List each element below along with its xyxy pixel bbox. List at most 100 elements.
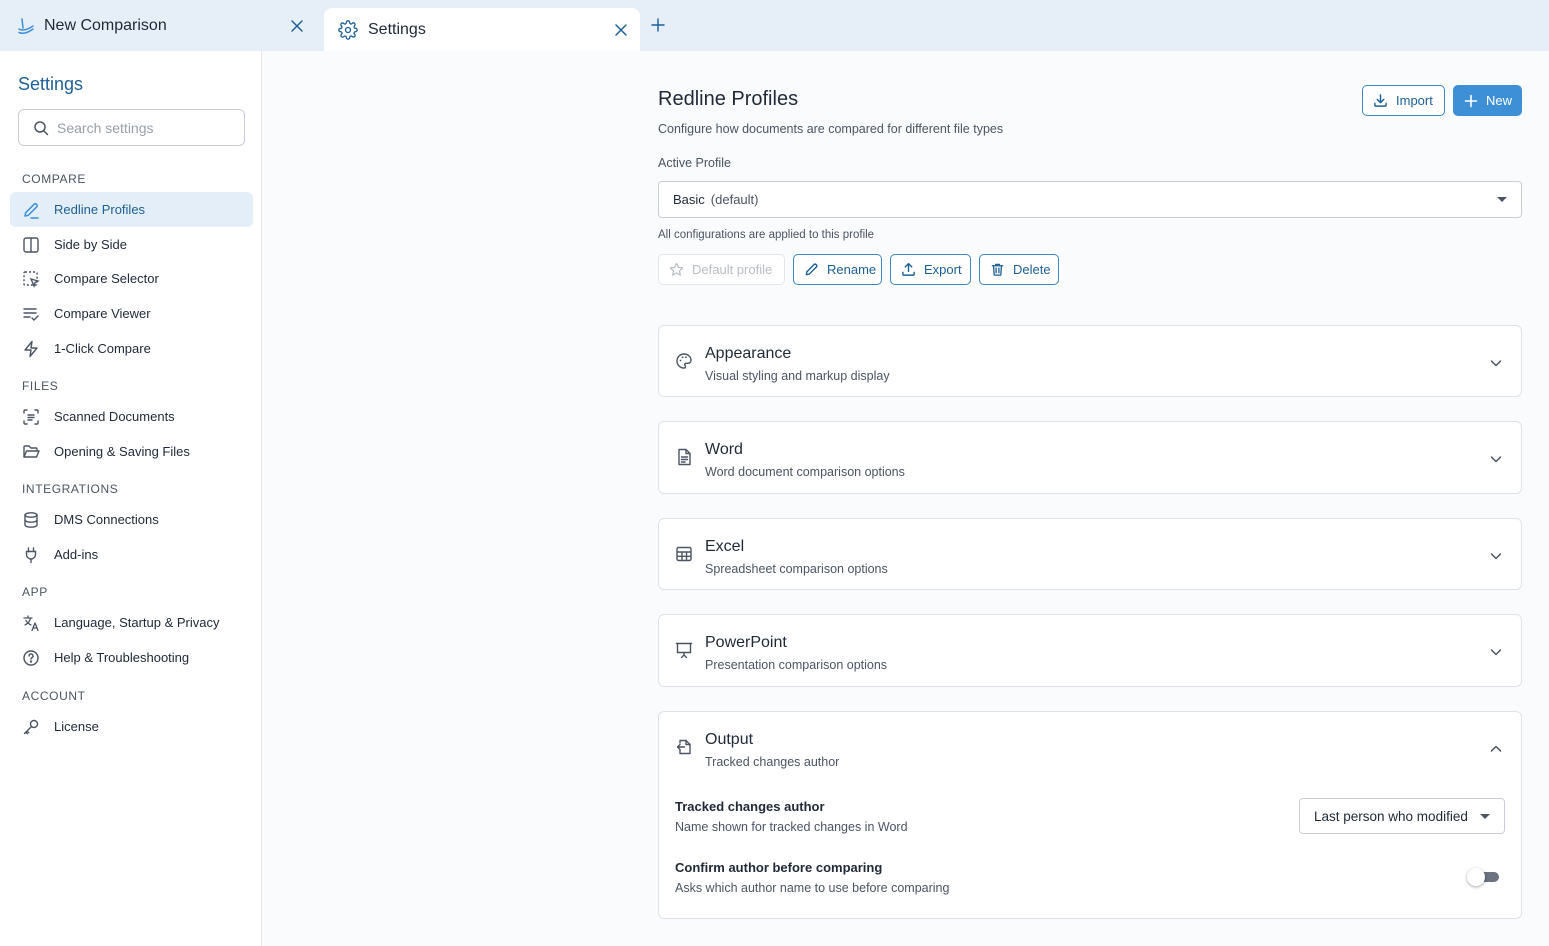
- sidebar-item-label: Opening & Saving Files: [54, 444, 190, 459]
- sidebar-item-compare-selector[interactable]: Compare Selector: [10, 261, 253, 296]
- folder-open-icon: [22, 443, 40, 461]
- card-word[interactable]: Word Word document comparison options: [658, 421, 1522, 494]
- tab-label: New Comparison: [44, 16, 167, 34]
- key-icon: [22, 718, 40, 736]
- tracked-author-value: Last person who modified: [1314, 808, 1468, 824]
- sidebar-item-scanned-documents[interactable]: Scanned Documents: [10, 399, 253, 434]
- card-subtitle: Presentation comparison options: [705, 658, 888, 672]
- section-compare: COMPARE: [22, 172, 86, 186]
- search-box[interactable]: [18, 109, 245, 146]
- presentation-icon: [675, 641, 693, 659]
- chevron-down-icon[interactable]: [1489, 452, 1503, 466]
- plug-icon: [22, 546, 40, 564]
- database-icon: [22, 511, 40, 529]
- document-icon: [675, 448, 693, 466]
- tracked-author-title: Tracked changes author: [675, 799, 825, 814]
- tracked-author-select[interactable]: Last person who modified: [1299, 798, 1505, 834]
- chevron-down-icon[interactable]: [1489, 549, 1503, 563]
- pencil-icon: [22, 201, 40, 219]
- new-label: New: [1486, 93, 1513, 108]
- toggle-knob: [1467, 868, 1485, 886]
- sidebar-item-redline-profiles[interactable]: Redline Profiles: [10, 192, 253, 227]
- tab-bar: New Comparison Settings: [0, 0, 1549, 51]
- import-label: Import: [1396, 93, 1433, 108]
- sidebar-item-label: Add-ins: [54, 547, 99, 562]
- rename-label: Rename: [827, 262, 877, 277]
- delete-button[interactable]: Delete: [979, 254, 1059, 285]
- sidebar-item-label: 1-Click Compare: [54, 341, 151, 356]
- tab-settings[interactable]: Settings: [324, 8, 640, 51]
- download-icon: [1373, 93, 1388, 108]
- card-excel[interactable]: Excel Spreadsheet comparison options: [658, 518, 1522, 590]
- sidebar-item-language-startup-privacy[interactable]: Language, Startup & Privacy: [10, 605, 253, 640]
- sidebar-item-label: Scanned Documents: [54, 409, 175, 424]
- tab-new-comparison[interactable]: New Comparison: [0, 0, 320, 51]
- section-integrations: INTEGRATIONS: [22, 482, 119, 496]
- chevron-up-icon[interactable]: [1489, 742, 1503, 756]
- chevron-down-icon[interactable]: [1489, 356, 1503, 370]
- card-appearance[interactable]: Appearance Visual styling and markup dis…: [658, 325, 1522, 397]
- close-icon[interactable]: [614, 23, 628, 37]
- import-button[interactable]: Import: [1362, 85, 1445, 116]
- confirm-author-title: Confirm author before comparing: [675, 860, 883, 875]
- plus-icon: [1464, 94, 1478, 108]
- search-icon: [33, 120, 49, 136]
- card-title: Output: [705, 731, 754, 748]
- caret-down-icon: [1497, 197, 1507, 202]
- sidebar: Settings COMPARE Redline Profiles Side b…: [0, 51, 262, 946]
- sidebar-item-label: License: [54, 719, 99, 734]
- tracked-author-subtitle: Name shown for tracked changes in Word: [675, 820, 908, 834]
- delete-label: Delete: [1013, 262, 1051, 277]
- add-tab-icon[interactable]: [650, 17, 666, 33]
- export-file-icon: [675, 738, 693, 756]
- sidebar-item-add-ins[interactable]: Add-ins: [10, 537, 253, 572]
- card-title: Appearance: [705, 345, 792, 362]
- sidebar-item-opening-saving-files[interactable]: Opening & Saving Files: [10, 434, 253, 469]
- page-subtitle: Configure how documents are compared for…: [658, 122, 1004, 136]
- table-icon: [675, 545, 693, 563]
- default-profile-button[interactable]: Default profile: [658, 254, 785, 285]
- sidebar-item-dms-connections[interactable]: DMS Connections: [10, 502, 253, 537]
- profile-name: Basic: [673, 192, 705, 207]
- sidebar-item-label: Compare Selector: [54, 271, 159, 286]
- active-profile-select[interactable]: Basic (default): [658, 181, 1522, 218]
- sidebar-item-label: Help & Troubleshooting: [54, 650, 190, 665]
- section-app: APP: [22, 585, 48, 599]
- sidebar-item-1-click-compare[interactable]: 1-Click Compare: [10, 331, 253, 366]
- page-title: Redline Profiles: [658, 88, 799, 110]
- sidebar-item-label: DMS Connections: [54, 512, 159, 527]
- search-input[interactable]: [57, 119, 227, 136]
- section-files: FILES: [22, 379, 59, 393]
- card-powerpoint[interactable]: PowerPoint Presentation comparison optio…: [658, 614, 1522, 687]
- sidebar-item-compare-viewer[interactable]: Compare Viewer: [10, 296, 253, 331]
- section-account: ACCOUNT: [22, 689, 86, 703]
- card-subtitle: Tracked changes author: [705, 755, 840, 769]
- sidebar-item-side-by-side[interactable]: Side by Side: [10, 227, 253, 262]
- sidebar-item-license[interactable]: License: [10, 709, 253, 744]
- profile-tag: (default): [710, 192, 759, 207]
- sidebar-item-label: Redline Profiles: [54, 202, 146, 217]
- sidebar-item-help-troubleshooting[interactable]: Help & Troubleshooting: [10, 640, 253, 675]
- scan-text-icon: [22, 408, 40, 426]
- rename-button[interactable]: Rename: [793, 254, 882, 285]
- confirm-author-toggle[interactable]: [1467, 868, 1499, 886]
- trash-icon: [990, 262, 1005, 277]
- card-title: Excel: [705, 538, 745, 555]
- card-subtitle: Visual styling and markup display: [705, 369, 890, 383]
- active-profile-label: Active Profile: [658, 156, 731, 170]
- lightning-icon: [22, 340, 40, 358]
- columns-icon: [22, 236, 40, 254]
- app-logo-icon: [16, 16, 36, 36]
- list-check-icon: [22, 305, 40, 323]
- gear-icon: [338, 19, 358, 40]
- card-title: Word: [705, 441, 743, 458]
- confirm-author-subtitle: Asks which author name to use before com…: [675, 881, 950, 895]
- tab-label: Settings: [368, 20, 426, 38]
- new-button[interactable]: New: [1453, 85, 1522, 116]
- chevron-down-icon[interactable]: [1489, 645, 1503, 659]
- palette-icon: [675, 352, 693, 370]
- close-icon[interactable]: [290, 19, 304, 33]
- sidebar-item-label: Language, Startup & Privacy: [54, 615, 220, 630]
- default-profile-label: Default profile: [692, 262, 773, 277]
- export-button[interactable]: Export: [890, 254, 971, 285]
